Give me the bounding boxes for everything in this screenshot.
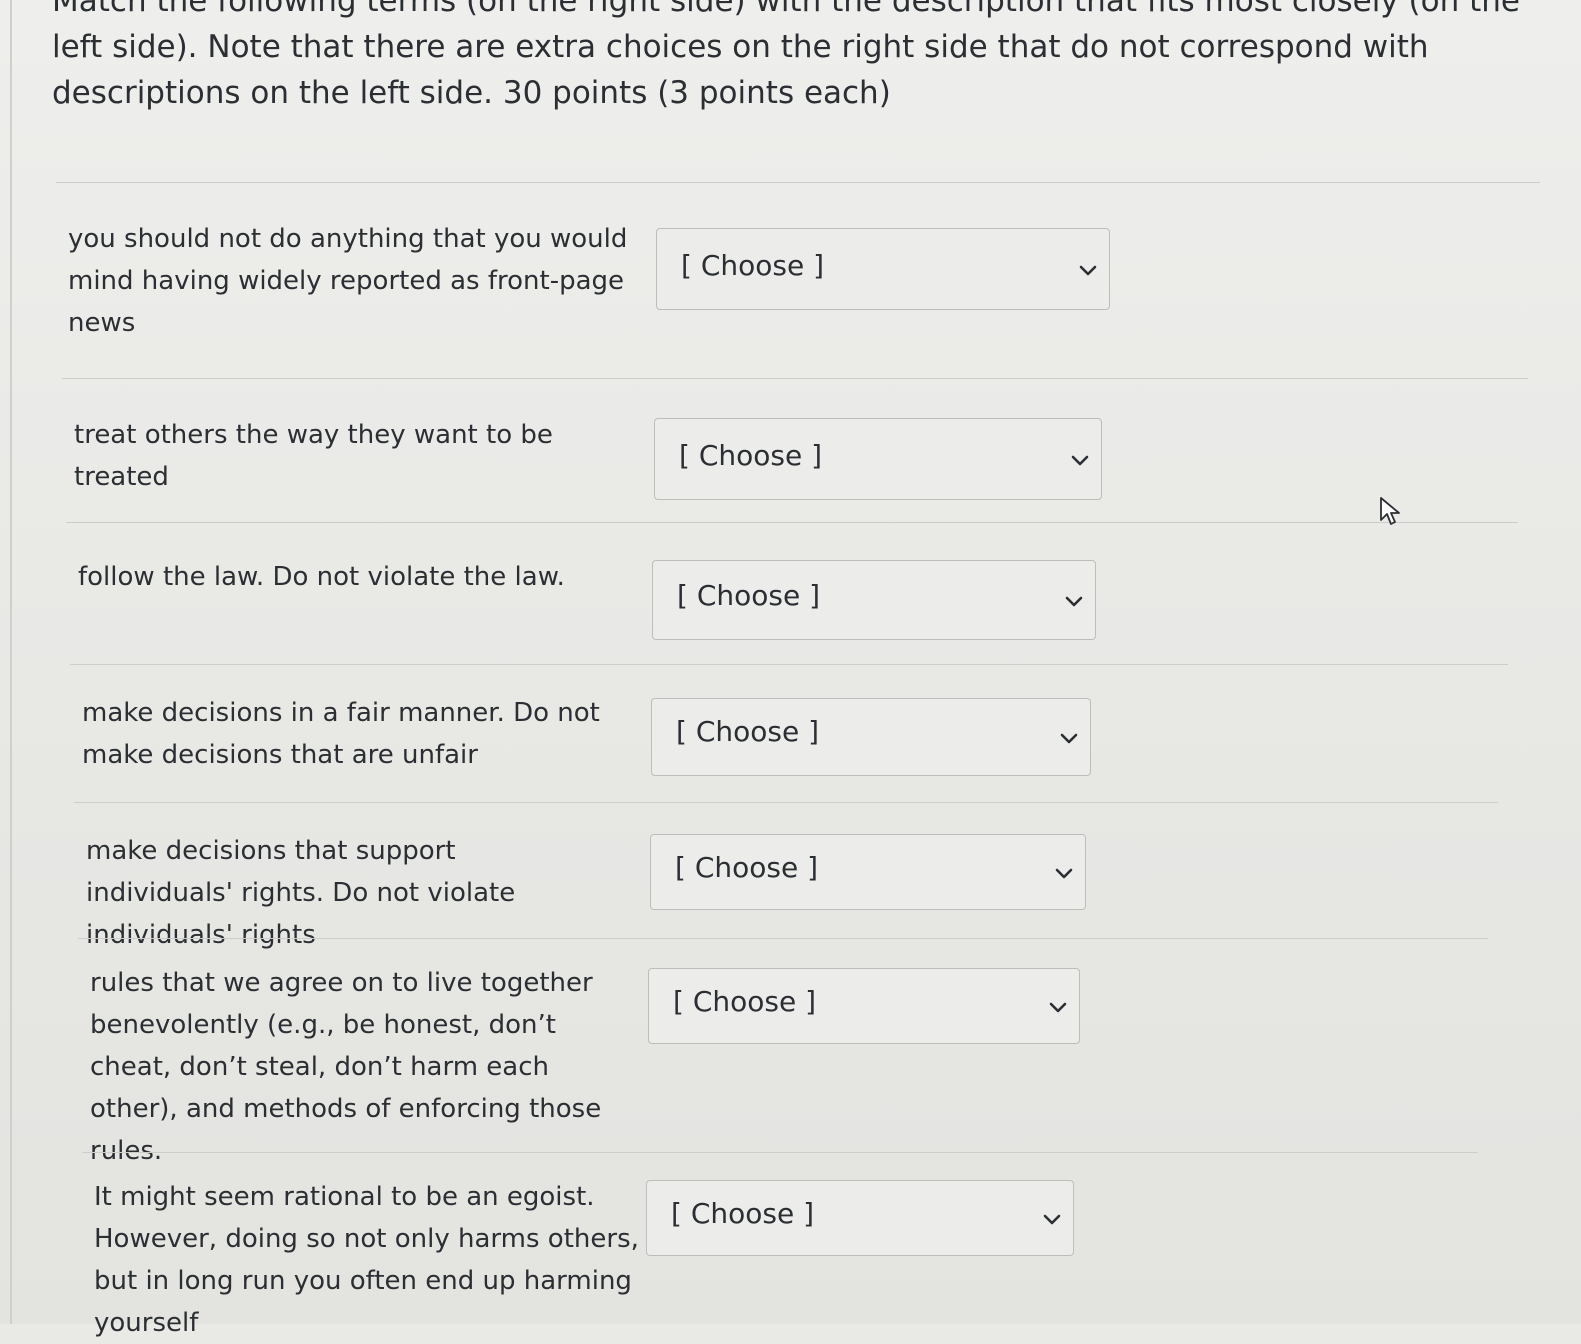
divider <box>66 522 1518 523</box>
question-instructions: Match the following terms (on the right … <box>52 0 1520 111</box>
select-value: [ Choose ] <box>676 715 820 748</box>
divider <box>82 1152 1478 1153</box>
select-value: [ Choose ] <box>681 249 825 282</box>
match-description-1: you should not do anything that you woul… <box>68 224 628 338</box>
divider <box>74 802 1498 803</box>
select-value: [ Choose ] <box>675 851 819 884</box>
question-left-border <box>10 0 12 1324</box>
chevron-down-icon <box>1065 596 1083 608</box>
match-description-3: follow the law. Do not violate the law. <box>78 562 565 592</box>
mouse-pointer-icon <box>1378 496 1404 528</box>
match-answer-select-7[interactable]: [ Choose ] <box>646 1180 1074 1256</box>
match-description-6: rules that we agree on to live together … <box>90 968 602 1166</box>
chevron-down-icon <box>1049 1002 1067 1014</box>
chevron-down-icon <box>1043 1214 1061 1226</box>
select-value: [ Choose ] <box>671 1197 815 1230</box>
divider <box>70 664 1508 665</box>
match-description-2: treat others the way they want to be tre… <box>74 420 553 492</box>
chevron-down-icon <box>1060 733 1078 745</box>
select-value: [ Choose ] <box>677 579 821 612</box>
match-answer-select-3[interactable]: [ Choose ] <box>652 560 1096 640</box>
match-answer-select-4[interactable]: [ Choose ] <box>651 698 1091 776</box>
match-description-4: make decisions in a fair manner. Do not … <box>82 698 600 770</box>
quiz-question-page: Match the following terms (on the right … <box>0 0 1581 1338</box>
chevron-down-icon <box>1071 455 1089 467</box>
select-value: [ Choose ] <box>673 985 817 1018</box>
divider <box>78 938 1488 939</box>
chevron-down-icon <box>1055 868 1073 880</box>
match-answer-select-2[interactable]: [ Choose ] <box>654 418 1102 500</box>
divider <box>62 378 1528 379</box>
chevron-down-icon <box>1079 265 1097 277</box>
divider <box>56 182 1540 183</box>
match-answer-select-5[interactable]: [ Choose ] <box>650 834 1086 910</box>
select-value: [ Choose ] <box>679 439 823 472</box>
match-description-7: It might seem rational to be an egoist. … <box>94 1182 639 1338</box>
match-answer-select-6[interactable]: [ Choose ] <box>648 968 1080 1044</box>
match-answer-select-1[interactable]: [ Choose ] <box>656 228 1110 310</box>
